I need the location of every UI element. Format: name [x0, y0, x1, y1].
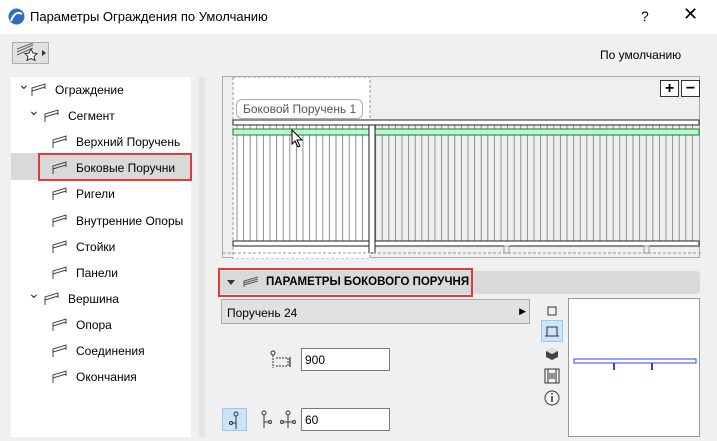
toprail-icon	[52, 135, 67, 149]
endings-icon	[52, 370, 67, 384]
title-bar: Параметры Ограждения по Умолчанию ? ✕	[0, 0, 717, 34]
height-icon	[270, 350, 291, 368]
tree-item-connections[interactable]: Соединения	[52, 339, 145, 363]
mouse-cursor-icon	[291, 129, 304, 148]
panel-splitter[interactable]	[199, 77, 205, 437]
tree-item-label: Верхний Поручень	[76, 135, 181, 150]
section-highlight-box	[218, 268, 473, 297]
favorites-button[interactable]	[12, 42, 49, 64]
offset-left-button[interactable]	[222, 408, 247, 431]
tree-item-railing[interactable]: Ограждение	[31, 78, 124, 102]
highlight-box	[38, 153, 192, 181]
film-section-icon	[544, 368, 560, 384]
expand-chevron-icon[interactable]: ⌄	[28, 102, 40, 119]
offset-left-icon	[228, 411, 238, 429]
height-input[interactable]: 900	[301, 348, 390, 371]
bottom-rail	[232, 240, 700, 247]
balusters-icon	[52, 239, 67, 253]
posts-icon	[52, 213, 67, 227]
favorites-star-icon	[16, 42, 46, 62]
tree-item-label: Внутренние Опоры	[76, 213, 184, 228]
rail-tooltip: Боковой Поручень 1	[236, 99, 364, 119]
tree-item-endings[interactable]: Окончания	[52, 365, 137, 389]
arrow-right-icon: ▶	[519, 306, 526, 316]
post-foot	[503, 245, 510, 254]
square-icon	[547, 306, 557, 316]
tree-item-label: Сегмент	[68, 109, 115, 124]
view-section-button[interactable]	[541, 365, 563, 387]
elevation-icon	[545, 326, 559, 337]
window-title: Параметры Ограждения по Умолчанию	[30, 9, 268, 24]
node-icon	[44, 292, 59, 305]
tree-item-post[interactable]: Опора	[52, 313, 112, 337]
default-label: По умолчанию	[600, 48, 682, 62]
zoom-in-button[interactable]: +	[660, 80, 679, 97]
tree-item-posts[interactable]: Внутренние Опоры	[52, 209, 183, 233]
railing-preview[interactable]: Боковой Поручень 1 + −	[222, 76, 701, 260]
info-icon	[544, 390, 560, 406]
view-3d-button[interactable]	[541, 343, 563, 365]
tree-item-node[interactable]: Вершина	[44, 287, 119, 311]
rails-icon	[52, 187, 67, 201]
tree-item-toprail[interactable]: Верхний Поручень	[52, 130, 180, 154]
tree-item-label: Ограждение	[55, 83, 124, 97]
post-foot	[643, 245, 650, 254]
panels-icon	[52, 266, 67, 279]
railing-icon	[31, 83, 46, 96]
profile-value: Поручень 24	[227, 306, 298, 320]
tree-item-label: Стойки	[76, 239, 116, 254]
profile-dropdown[interactable]: Поручень 24 ▶	[221, 299, 530, 324]
offset-both-icon	[280, 410, 296, 428]
top-rail	[232, 119, 700, 126]
info-button[interactable]	[541, 387, 563, 409]
post	[368, 124, 376, 254]
close-button[interactable]: ✕	[683, 4, 698, 25]
offset-input[interactable]: 60	[301, 408, 390, 431]
tree-item-label: Опора	[76, 317, 112, 332]
profile-preview-drawing	[573, 358, 697, 370]
view-elevation-button[interactable]	[541, 320, 563, 342]
profile-preview	[568, 298, 700, 437]
tree-item-label: Окончания	[76, 370, 137, 385]
offset-right-icon	[261, 410, 272, 428]
offset-both-button[interactable]	[277, 408, 299, 430]
archicad-logo-icon	[8, 8, 25, 25]
tree-item-balusters[interactable]: Стойки	[52, 235, 115, 259]
help-button[interactable]: ?	[641, 8, 649, 24]
post-icon	[52, 318, 67, 331]
tree-item-label: Соединения	[76, 344, 145, 358]
segment-icon	[44, 109, 59, 123]
tree-item-label: Вершина	[68, 291, 119, 306]
connections-icon	[52, 344, 67, 357]
tree-item-panels[interactable]: Панели	[52, 261, 118, 285]
expand-chevron-icon[interactable]: ⌄	[18, 76, 30, 93]
view-2d-button[interactable]	[541, 300, 563, 322]
tree-item-rails[interactable]: Ригели	[52, 182, 115, 206]
tree-item-label: Ригели	[76, 187, 115, 202]
zoom-out-button[interactable]: −	[681, 80, 700, 97]
tree-item-label: Панели	[76, 265, 118, 280]
expand-chevron-icon[interactable]: ⌄	[28, 285, 40, 302]
offset-right-button[interactable]	[255, 408, 277, 430]
tree-item-segment[interactable]: Сегмент	[44, 104, 115, 128]
cube-icon	[546, 348, 558, 360]
